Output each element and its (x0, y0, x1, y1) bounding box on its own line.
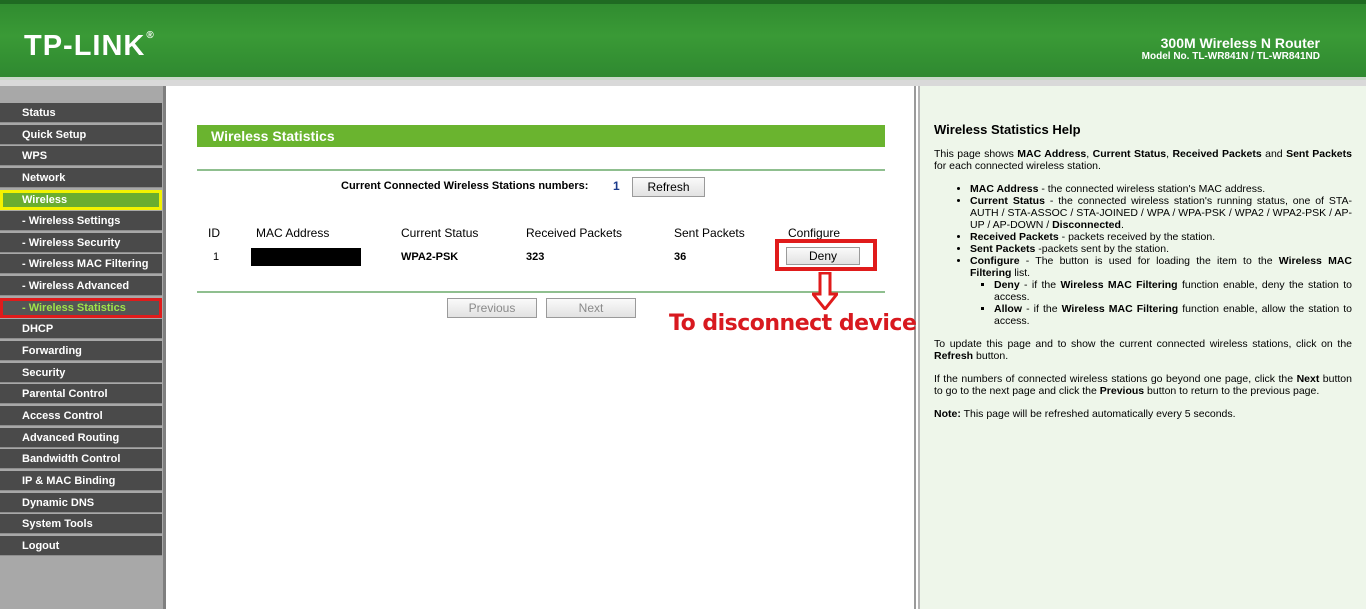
header-banner: TP-LINK® 300M Wireless N Router Model No… (0, 0, 1366, 80)
sidebar-item-wireless-security[interactable]: - Wireless Security (0, 232, 162, 253)
help-pages-note: If the numbers of connected wireless sta… (934, 373, 1352, 397)
down-arrow-icon (812, 272, 838, 310)
sidebar-item-forwarding[interactable]: Forwarding (0, 341, 162, 362)
help-item-sent: Sent Packets -packets sent by the statio… (970, 243, 1352, 255)
sidebar-item-wireless-settings[interactable]: - Wireless Settings (0, 211, 162, 232)
row-id-cell: 1 (213, 251, 220, 263)
deny-button[interactable]: Deny (786, 247, 860, 265)
row-status-cell: WPA2-PSK (401, 251, 459, 263)
logo-registered-mark: ® (146, 30, 155, 41)
header-top-line (0, 0, 1366, 4)
previous-button[interactable]: Previous (447, 298, 537, 318)
column-header-received-packets: Received Packets (526, 226, 623, 240)
help-item-received: Received Packets - packets received by t… (970, 231, 1352, 243)
help-item-deny: Deny - if the Wireless MAC Filtering fun… (994, 279, 1352, 303)
sidebar-item-ip-mac-binding[interactable]: IP & MAC Binding (0, 470, 162, 491)
sidebar-item-wireless-statistics[interactable]: - Wireless Statistics (0, 297, 162, 318)
sidebar-item-parental-control[interactable]: Parental Control (0, 384, 162, 405)
stations-count-label: Current Connected Wireless Stations numb… (341, 180, 589, 192)
page-title: Wireless Statistics (197, 125, 885, 147)
next-button[interactable]: Next (546, 298, 636, 318)
sidebar-item-wireless-advanced[interactable]: - Wireless Advanced (0, 276, 162, 297)
model-number: Model No. TL-WR841N / TL-WR841ND (1141, 51, 1320, 62)
sidebar-item-system-tools[interactable]: System Tools (0, 514, 162, 535)
sidebar-item-wireless-mac-filtering[interactable]: - Wireless MAC Filtering (0, 254, 162, 275)
sidebar-item-status[interactable]: Status (0, 103, 162, 123)
help-field-list: MAC Address - the connected wireless sta… (970, 183, 1352, 327)
help-item-status: Current Status - the connected wireless … (970, 195, 1352, 231)
logo-text: TP-LINK (24, 30, 146, 62)
tp-link-logo: TP-LINK® (24, 30, 155, 63)
sidebar-item-security[interactable]: Security (0, 362, 162, 383)
sidebar-item-bandwidth-control[interactable]: Bandwidth Control (0, 449, 162, 470)
column-header-sent-packets: Sent Packets (674, 226, 745, 240)
column-header-id: ID (208, 226, 220, 240)
annotation-text: To disconnect device (669, 311, 917, 336)
column-header-current-status: Current Status (401, 226, 479, 240)
help-refresh-note: Note: This page will be refreshed automa… (934, 408, 1236, 420)
help-item-mac: MAC Address - the connected wireless sta… (970, 183, 1352, 195)
column-header-configure: Configure (788, 226, 841, 240)
help-title: Wireless Statistics Help (934, 122, 1081, 137)
row-sent-cell: 36 (674, 251, 687, 263)
sidebar-item-logout[interactable]: Logout (0, 535, 162, 556)
sidebar-item-wireless[interactable]: Wireless (0, 189, 162, 210)
help-intro: This page shows MAC Address, Current Sta… (934, 148, 1352, 172)
sidebar-item-network[interactable]: Network (0, 167, 162, 188)
help-item-allow: Allow - if the Wireless MAC Filtering fu… (994, 303, 1352, 327)
top-divider (197, 169, 885, 171)
row-received-cell: 323 (526, 251, 545, 263)
sidebar-item-quick-setup[interactable]: Quick Setup (0, 124, 162, 145)
sidebar-item-advanced-routing[interactable]: Advanced Routing (0, 427, 162, 448)
sidebar-item-wps[interactable]: WPS (0, 146, 162, 167)
sidebar-menu: Status Quick Setup WPS Network Wireless … (0, 86, 166, 609)
main-panel: Wireless Statistics Current Connected Wi… (169, 86, 917, 609)
sidebar-top-spacer (0, 86, 163, 103)
column-header-mac-address: MAC Address (256, 226, 330, 240)
bottom-divider (197, 291, 885, 293)
sidebar-item-dynamic-dns[interactable]: Dynamic DNS (0, 492, 162, 513)
mac-address-redacted (251, 248, 361, 266)
product-name: 300M Wireless N Router (1160, 35, 1320, 51)
stations-count-value: 1 (613, 179, 620, 193)
sidebar-item-access-control[interactable]: Access Control (0, 405, 162, 426)
help-configure-sublist: Deny - if the Wireless MAC Filtering fun… (994, 279, 1352, 327)
help-item-configure: Configure - The button is used for loadi… (970, 255, 1352, 327)
refresh-button[interactable]: Refresh (632, 177, 705, 197)
help-panel: Wireless Statistics Help This page shows… (918, 86, 1366, 609)
sidebar-item-dhcp[interactable]: DHCP (0, 319, 162, 340)
help-update-note: To update this page and to show the curr… (934, 338, 1352, 362)
